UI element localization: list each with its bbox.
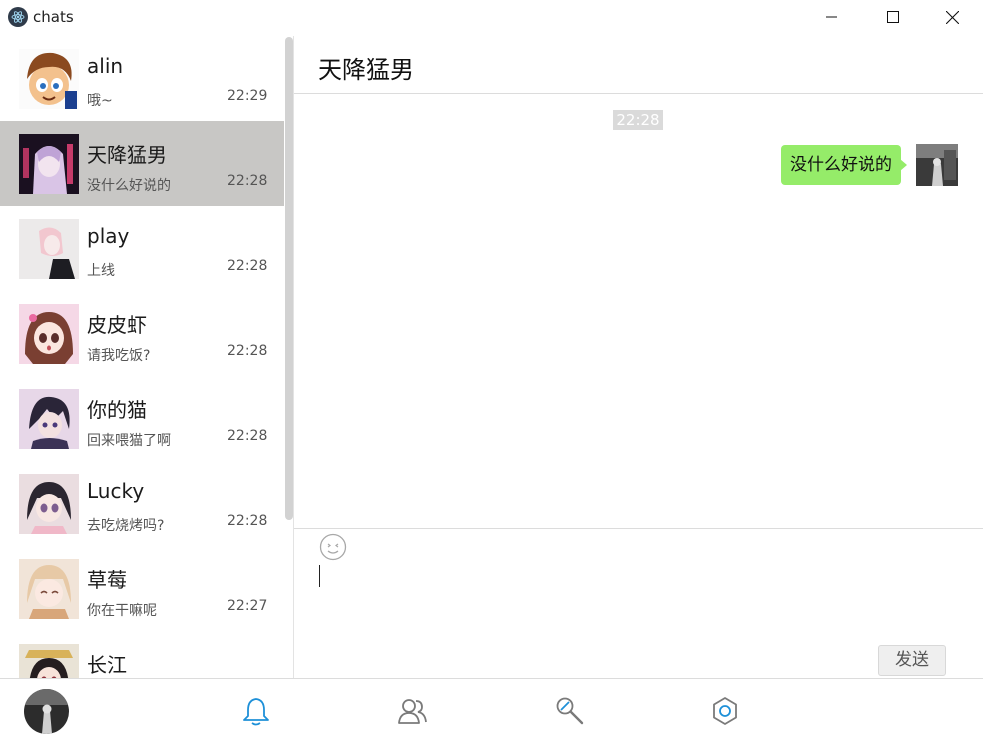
maximize-icon — [887, 11, 899, 23]
app-window: chats alin 哦~ 22:29 天降猛男 没什么好说的 22:28 pl… — [0, 0, 983, 739]
chat-list-item[interactable]: 长江 — [0, 631, 284, 678]
settings-icon[interactable] — [709, 695, 741, 727]
message-bubble-outgoing[interactable]: 没什么好说的 — [781, 145, 901, 185]
avatar — [19, 474, 79, 534]
chat-preview: 回来喂猫了啊 — [87, 433, 171, 449]
chat-preview: 没什么好说的 — [87, 178, 171, 194]
contacts-icon[interactable] — [396, 695, 428, 727]
chat-list-item-active[interactable]: 天降猛男 没什么好说的 22:28 — [0, 121, 284, 206]
chat-name: 皮皮虾 — [87, 313, 147, 337]
title-bar: chats — [0, 0, 983, 36]
user-avatar[interactable] — [24, 689, 69, 734]
chat-list-item[interactable]: 皮皮虾 请我吃饭? 22:28 — [0, 291, 284, 376]
electron-logo-icon — [8, 7, 28, 27]
chat-name: 草莓 — [87, 568, 127, 592]
chat-list-item[interactable]: 你的猫 回来喂猫了啊 22:28 — [0, 376, 284, 461]
chat-time: 22:29 — [227, 88, 268, 104]
chat-time: 22:27 — [227, 598, 268, 614]
message-input-caret[interactable] — [319, 565, 320, 587]
avatar — [19, 219, 79, 279]
minimize-button[interactable] — [809, 0, 855, 34]
chat-time: 22:28 — [227, 428, 268, 444]
chat-preview: 上线 — [87, 263, 115, 279]
chat-preview: 你在干嘛呢 — [87, 603, 157, 619]
chat-time: 22:28 — [227, 173, 268, 189]
chat-name: 天降猛男 — [87, 143, 167, 167]
sender-avatar[interactable] — [916, 144, 958, 186]
chat-preview: 请我吃饭? — [87, 348, 151, 364]
avatar — [19, 559, 79, 619]
close-button[interactable] — [929, 0, 975, 34]
avatar — [19, 304, 79, 364]
message-composer: 发送 — [294, 528, 983, 678]
chat-preview: 哦~ — [87, 93, 113, 109]
avatar — [19, 644, 79, 678]
message-area[interactable]: 22:28 没什么好说的 — [294, 94, 983, 528]
chat-name: play — [87, 224, 130, 248]
message-time-divider: 22:28 — [613, 110, 663, 130]
send-button[interactable]: 发送 — [878, 645, 946, 676]
chat-time: 22:28 — [227, 343, 268, 359]
chat-list-item[interactable]: alin 哦~ 22:29 — [0, 36, 284, 121]
window-title: chats — [33, 8, 74, 26]
close-icon — [945, 10, 959, 24]
maximize-button[interactable] — [870, 0, 916, 34]
bell-icon[interactable] — [240, 695, 272, 727]
chat-list-item[interactable]: play 上线 22:28 — [0, 206, 284, 291]
chat-list-scroll-thumb[interactable] — [285, 37, 293, 520]
smiley-icon[interactable] — [319, 533, 347, 561]
chat-list: alin 哦~ 22:29 天降猛男 没什么好说的 22:28 play 上线 … — [0, 36, 284, 678]
chat-name: Lucky — [87, 479, 145, 503]
chat-name: alin — [87, 54, 124, 78]
chat-time: 22:28 — [227, 513, 268, 529]
conversation-title: 天降猛男 — [318, 56, 414, 84]
chat-list-item[interactable]: 草莓 你在干嘛呢 22:27 — [0, 546, 284, 631]
search-icon[interactable] — [554, 695, 586, 727]
chat-name: 长江 — [87, 653, 127, 677]
chat-list-item[interactable]: Lucky 去吃烧烤吗? 22:28 — [0, 461, 284, 546]
avatar — [19, 134, 79, 194]
chat-time: 22:28 — [227, 258, 268, 274]
conversation-header: 天降猛男 — [294, 36, 983, 94]
minimize-icon — [826, 16, 837, 18]
bottom-nav — [0, 678, 983, 739]
avatar — [19, 389, 79, 449]
avatar — [19, 49, 79, 109]
chat-preview: 去吃烧烤吗? — [87, 518, 165, 534]
bubble-tail — [900, 159, 907, 171]
chat-name: 你的猫 — [87, 398, 147, 422]
